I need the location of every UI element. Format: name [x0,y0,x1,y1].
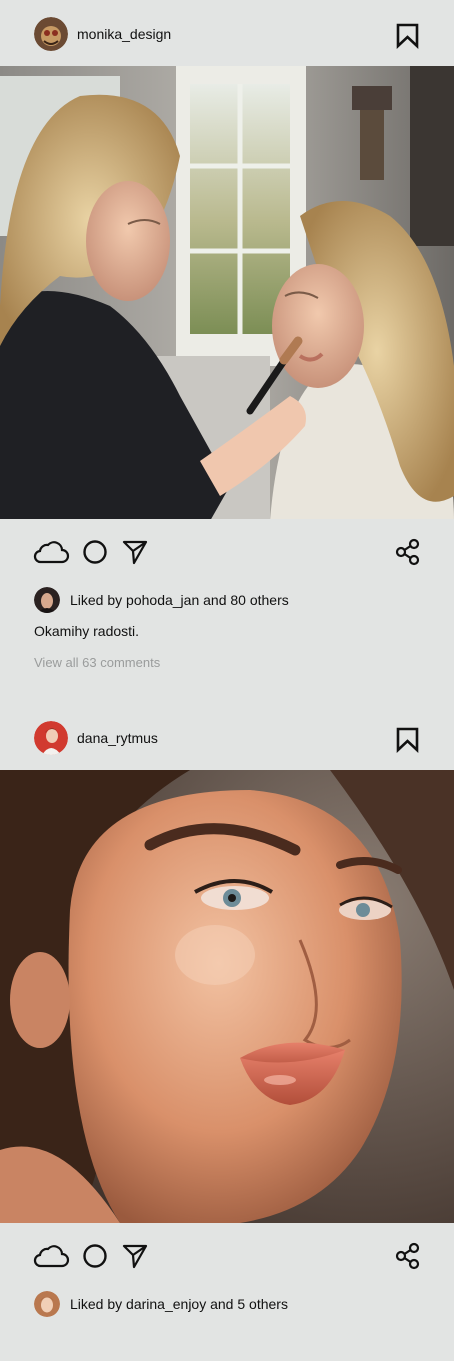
post: monika_design Liked by pohoda_jan and 80… [0,0,454,704]
share-icon[interactable] [394,1242,422,1270]
post-actions [0,519,454,585]
cloud-icon[interactable] [32,538,70,566]
liked-user[interactable]: pohoda_jan [126,592,199,608]
bookmark-icon[interactable] [395,726,421,754]
username[interactable]: monika_design [77,26,171,42]
cloud-icon[interactable] [32,1242,70,1270]
liked-user[interactable]: darina_enjoy [126,1296,206,1312]
feed: monika_design Liked by pohoda_jan and 80… [0,0,454,1361]
liked-suffix[interactable]: and 5 others [210,1296,288,1312]
post-header: dana_rytmus [0,704,454,770]
liked-suffix[interactable]: and 80 others [203,592,289,608]
post-image[interactable] [0,66,454,519]
bookmark-icon[interactable] [395,22,421,50]
liked-by-text: Liked by darina_enjoy and 5 others [70,1296,288,1312]
post-image[interactable] [0,770,454,1223]
send-icon[interactable] [121,1243,149,1269]
view-comments-link[interactable]: View all 63 comments [34,655,160,670]
avatar[interactable] [34,721,68,755]
post-header: monika_design [0,0,454,66]
avatar[interactable] [34,1291,60,1317]
liked-prefix: Liked by [70,1296,123,1312]
post: dana_rytmus Liked by darina_enjoy and 5 … [0,704,454,1361]
post-actions [0,1223,454,1289]
post-caption: Okamihy radosti. [34,623,140,639]
avatar[interactable] [34,17,68,51]
circle-icon[interactable] [82,1243,108,1269]
circle-icon[interactable] [82,539,108,565]
avatar[interactable] [34,587,60,613]
send-icon[interactable] [121,539,149,565]
share-icon[interactable] [394,538,422,566]
likes-summary: Liked by darina_enjoy and 5 others [34,1291,434,1317]
liked-by-text: Liked by pohoda_jan and 80 others [70,592,289,608]
likes-summary: Liked by pohoda_jan and 80 others [34,587,434,613]
liked-prefix: Liked by [70,592,123,608]
username[interactable]: dana_rytmus [77,730,158,746]
